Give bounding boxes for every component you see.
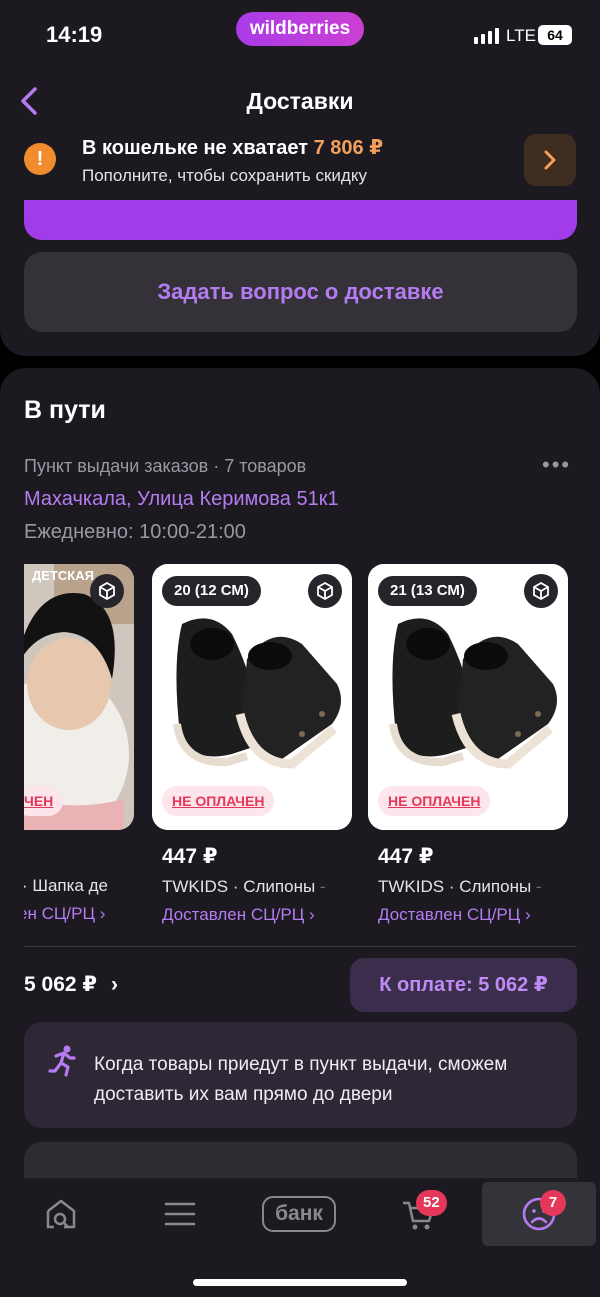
- refund-icon[interactable]: [90, 574, 124, 608]
- wallet-go-button[interactable]: [524, 134, 576, 186]
- product-delivery-status[interactable]: Доставлен СЦ/РЦ ›: [368, 905, 568, 924]
- home-indicator: [193, 1279, 407, 1286]
- tab-cart[interactable]: 52: [362, 1182, 476, 1246]
- tab-profile[interactable]: 7: [482, 1182, 596, 1246]
- product-name-text: TWKIDS · Слипоны: [162, 877, 316, 896]
- tab-home-search[interactable]: [4, 1182, 118, 1246]
- product-price: [24, 844, 134, 868]
- status-time: 14:19: [46, 22, 103, 47]
- chevron-right-icon: [544, 150, 556, 170]
- product-image: 21 (13 СМ) НЕ ОПЛАЧЕН: [368, 564, 568, 830]
- tab-catalog[interactable]: [123, 1182, 237, 1246]
- section-title: В пути: [24, 396, 106, 424]
- pickup-hours: Ежедневно: 10:00-21:00: [24, 521, 246, 543]
- product-price: 447 ₽: [378, 845, 434, 868]
- product-card[interactable]: 20 (12 СМ) НЕ ОПЛАЧЕН 447 ₽ TWKIDS · Сли…: [152, 564, 352, 924]
- network-type: LTE: [506, 26, 536, 45]
- divider: [24, 946, 577, 947]
- order-total[interactable]: 5 062 ₽ ›: [24, 972, 118, 997]
- wallet-text: В кошельке не хватает: [82, 137, 309, 159]
- more-options-icon[interactable]: •••: [542, 452, 571, 478]
- menu-icon: [164, 1202, 196, 1226]
- courier-delivery-info: Когда товары приедут в пункт выдачи, смо…: [24, 1022, 577, 1128]
- product-delivery-status[interactable]: Доставлен СЦ/РЦ ›: [152, 905, 352, 924]
- refund-icon[interactable]: [524, 574, 558, 608]
- size-badge: 21 (13 СМ): [378, 576, 477, 606]
- page-title: Доставки: [246, 88, 354, 114]
- pay-button[interactable]: К оплате: 5 062 ₽: [350, 958, 577, 1012]
- wallet-message: В кошельке не хватает 7 806 ₽: [82, 135, 383, 160]
- tab-bank[interactable]: банк: [242, 1182, 356, 1246]
- in-transit-card: В пути Пункт выдачи заказов · 7 товаров …: [0, 368, 600, 1228]
- signal-icon: [474, 28, 499, 44]
- unpaid-badge: НЕ ОПЛАЧЕН: [378, 786, 491, 816]
- product-image: ДЕТСКАЯ ЧЕН: [24, 564, 134, 830]
- ask-question-button[interactable]: Задать вопрос о доставке: [24, 252, 577, 332]
- status-bar: 14:19 wildberries LTE 64: [0, 0, 600, 70]
- product-card[interactable]: ДЕТСКАЯ ЧЕН · Шапка де ен СЦ/РЦ ›: [24, 564, 134, 924]
- brand-logo[interactable]: wildberries: [236, 12, 364, 46]
- order-total-amount: 5 062 ₽: [24, 973, 97, 996]
- product-name: · Шапка де: [24, 876, 108, 895]
- product-price: 447 ₽: [162, 845, 218, 868]
- product-name-tail: -: [531, 877, 542, 896]
- chevron-right-icon: ›: [111, 973, 118, 996]
- product-delivery-status[interactable]: ен СЦ/РЦ ›: [24, 904, 134, 924]
- wallet-subtitle: Пополните, чтобы сохранить скидку: [82, 166, 367, 185]
- product-name: TWKIDS · Слипоны -: [368, 877, 568, 897]
- battery-indicator: 64: [538, 25, 572, 45]
- pickup-info: Пункт выдачи заказов · 7 товаров: [24, 456, 307, 476]
- product-card[interactable]: 21 (13 СМ) НЕ ОПЛАЧЕН 447 ₽ TWKIDS · Сли…: [368, 564, 568, 924]
- wallet-amount: 7 806 ₽: [313, 137, 384, 159]
- pickup-address[interactable]: Махачкала, Улица Керимова 51к1: [24, 488, 339, 511]
- unpaid-badge: НЕ ОПЛАЧЕН: [162, 786, 275, 816]
- product-banner-text: ДЕТСКАЯ: [32, 568, 94, 583]
- profile-badge: 7: [540, 1190, 566, 1216]
- cart-badge: 52: [416, 1190, 447, 1216]
- bank-label: банк: [262, 1196, 336, 1232]
- size-badge: 20 (12 СМ): [162, 576, 261, 606]
- product-name: TWKIDS · Слипоны -: [152, 877, 352, 897]
- refund-icon[interactable]: [308, 574, 342, 608]
- running-person-icon: [48, 1045, 76, 1077]
- unpaid-badge: ЧЕН: [24, 786, 64, 816]
- products-carousel[interactable]: ДЕТСКАЯ ЧЕН · Шапка де ен СЦ/РЦ › 20 (12…: [24, 564, 600, 924]
- product-image: 20 (12 СМ) НЕ ОПЛАЧЕН: [152, 564, 352, 830]
- page-header: Доставки: [0, 70, 600, 130]
- courier-info-text: Когда товары приедут в пункт выдачи, смо…: [94, 1054, 508, 1105]
- warning-icon: !: [24, 143, 56, 175]
- wallet-banner[interactable]: ! В кошельке не хватает 7 806 ₽ Пополнит…: [0, 130, 600, 200]
- product-name-tail: -: [315, 877, 326, 896]
- home-search-icon: [46, 1199, 76, 1229]
- product-name-text: TWKIDS · Слипоны: [378, 877, 532, 896]
